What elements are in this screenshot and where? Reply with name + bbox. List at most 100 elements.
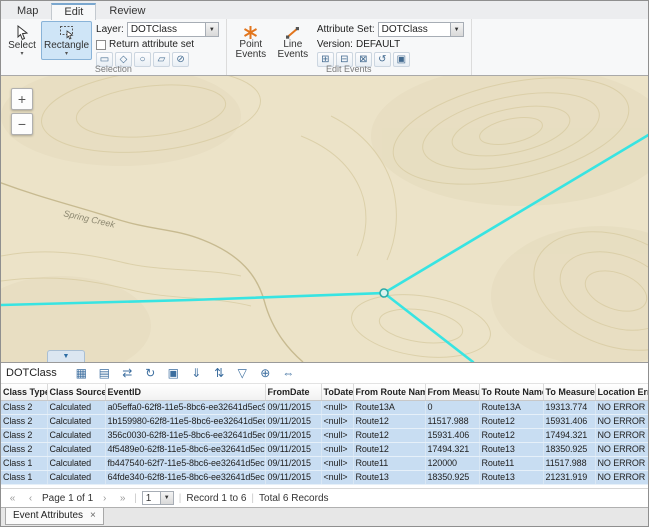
rectangle-select-icon bbox=[58, 24, 76, 40]
column-header[interactable]: To Route Name bbox=[479, 384, 543, 401]
page-select[interactable]: 1 ▼ bbox=[142, 491, 174, 505]
first-page-button[interactable]: « bbox=[6, 492, 19, 505]
column-header[interactable]: Class Source bbox=[47, 384, 105, 401]
attribute-set-value: DOTClass bbox=[379, 24, 450, 35]
table-cell: Calculated bbox=[47, 471, 105, 485]
table-cell: 15931.406 bbox=[543, 415, 595, 429]
page-select-value: 1 bbox=[143, 493, 160, 504]
table-cell: 4f5489e0-62f8-11e5-8bc6-ee32641d5ec9 bbox=[105, 443, 265, 457]
layer-dropdown[interactable]: DOTClass ▼ bbox=[127, 22, 219, 37]
table-cell: 09/11/2015 bbox=[265, 401, 321, 415]
tab-edit[interactable]: Edit bbox=[51, 3, 96, 20]
table-row[interactable]: Class 1Calculatedfb447540-62f7-11e5-8bc6… bbox=[1, 457, 649, 471]
edit-events-group-label: Edit Events bbox=[227, 64, 471, 74]
tab-map[interactable]: Map bbox=[4, 2, 51, 19]
column-header[interactable]: Class Type bbox=[1, 384, 47, 401]
form-view-icon[interactable]: ▤ bbox=[95, 364, 114, 382]
attribute-set-label: Attribute Set: bbox=[317, 24, 375, 35]
column-header[interactable]: FromDate bbox=[265, 384, 321, 401]
column-header[interactable]: From Route Name bbox=[353, 384, 425, 401]
caret-down-icon: ▼ bbox=[205, 23, 218, 36]
selection-group: Select ▾ Rectangle ▾ Layer: DOTClass bbox=[1, 19, 227, 75]
table-cell: Route13A bbox=[353, 401, 425, 415]
table-cell: Route12 bbox=[353, 429, 425, 443]
table-cell: <null> bbox=[321, 443, 353, 457]
table-cell: Route13 bbox=[353, 471, 425, 485]
rectangle-button-label: Rectangle bbox=[44, 40, 89, 51]
table-cell: a05effa0-62f8-11e5-8bc6-ee32641d5ec9 bbox=[105, 401, 265, 415]
tab-event-attributes[interactable]: Event Attributes × bbox=[5, 508, 104, 525]
separator: | bbox=[179, 493, 182, 504]
table-cell: Route11 bbox=[353, 457, 425, 471]
zoom-to-selection-icon[interactable]: ⊕ bbox=[256, 364, 275, 382]
last-page-button[interactable]: » bbox=[116, 492, 129, 505]
next-page-button[interactable]: › bbox=[98, 492, 111, 505]
table-cell: NO ERROR bbox=[595, 471, 649, 485]
attribute-set-dropdown[interactable]: DOTClass ▼ bbox=[378, 22, 464, 37]
zoom-control: + − bbox=[11, 88, 33, 135]
column-header[interactable]: EventID bbox=[105, 384, 265, 401]
ribbon: Select ▾ Rectangle ▾ Layer: DOTClass bbox=[1, 19, 648, 76]
line-events-label: Line Events bbox=[276, 40, 310, 60]
point-events-button[interactable]: Point Events bbox=[231, 21, 271, 62]
select-button-label: Select bbox=[8, 40, 36, 51]
switch-selection-icon[interactable]: ⇄ bbox=[118, 364, 137, 382]
table-cell: Route12 bbox=[479, 429, 543, 443]
event-editor-window: MapEditReview Select ▾ Rectangle ▾ bbox=[0, 0, 649, 527]
table-cell: 09/11/2015 bbox=[265, 471, 321, 485]
table-view-icon[interactable]: ▦ bbox=[72, 364, 91, 382]
save-icon[interactable]: ▣ bbox=[164, 364, 183, 382]
prev-page-button[interactable]: ‹ bbox=[24, 492, 37, 505]
table-cell: NO ERROR bbox=[595, 415, 649, 429]
filter-icon[interactable]: ▽ bbox=[233, 364, 252, 382]
table-cell: <null> bbox=[321, 415, 353, 429]
panel-toolbar-icons: ▦▤⇄↻▣⇓⇅▽⊕⇔ bbox=[72, 364, 298, 382]
bottom-tab-bar: Event Attributes × bbox=[1, 507, 648, 526]
table-cell: Class 2 bbox=[1, 415, 47, 429]
table-cell: 17494.321 bbox=[425, 443, 479, 457]
table-cell: 64fde340-62f8-11e5-8bc6-ee32641d5ec9 bbox=[105, 471, 265, 485]
zoom-in-button[interactable]: + bbox=[11, 88, 33, 110]
line-events-icon bbox=[284, 24, 302, 40]
caret-down-icon: ▼ bbox=[160, 492, 173, 504]
selected-vertex[interactable] bbox=[380, 289, 388, 297]
line-events-button[interactable]: Line Events bbox=[273, 21, 313, 62]
table-row[interactable]: Class 2Calculateda05effa0-62f8-11e5-8bc6… bbox=[1, 401, 649, 415]
refresh-icon[interactable]: ↻ bbox=[141, 364, 160, 382]
table-row[interactable]: Class 2Calculated4f5489e0-62f8-11e5-8bc6… bbox=[1, 443, 649, 457]
close-tab-icon[interactable]: × bbox=[90, 511, 96, 521]
version-label: Version: bbox=[317, 39, 353, 50]
export-icon[interactable]: ⇓ bbox=[187, 364, 206, 382]
fit-columns-icon[interactable]: ⇔ bbox=[279, 364, 298, 382]
table-cell: Route13A bbox=[479, 401, 543, 415]
table-row[interactable]: Class 2Calculated356c0030-62f8-11e5-8bc6… bbox=[1, 429, 649, 443]
page-indicator: Page 1 of 1 bbox=[42, 493, 93, 504]
column-header[interactable]: To Measure bbox=[543, 384, 595, 401]
separator: | bbox=[134, 493, 137, 504]
sort-icon[interactable]: ⇅ bbox=[210, 364, 229, 382]
map-view[interactable]: Spring Creek + − ▼ bbox=[1, 76, 648, 363]
panel-title: DOTClass bbox=[6, 367, 57, 379]
rectangle-select-button[interactable]: Rectangle ▾ bbox=[41, 21, 92, 60]
map-canvas[interactable]: Spring Creek bbox=[1, 76, 648, 362]
select-button[interactable]: Select ▾ bbox=[5, 21, 39, 60]
zoom-out-button[interactable]: − bbox=[11, 113, 33, 135]
table-cell: Calculated bbox=[47, 415, 105, 429]
table-cell: <null> bbox=[321, 401, 353, 415]
table-cell: 0 bbox=[425, 401, 479, 415]
collapse-panel-button[interactable]: ▼ bbox=[47, 350, 85, 362]
table-row[interactable]: Class 1Calculated64fde340-62f8-11e5-8bc6… bbox=[1, 471, 649, 485]
column-header[interactable]: ToDate bbox=[321, 384, 353, 401]
return-attribute-set-checkbox[interactable] bbox=[96, 40, 106, 50]
table-cell: 09/11/2015 bbox=[265, 429, 321, 443]
total-records: Total 6 Records bbox=[259, 493, 328, 504]
dropdown-caret-icon: ▾ bbox=[65, 51, 68, 58]
column-header[interactable]: From Measure bbox=[425, 384, 479, 401]
tab-review[interactable]: Review bbox=[96, 2, 158, 19]
select-cursor-icon bbox=[13, 24, 31, 40]
column-header[interactable]: Location Error bbox=[595, 384, 649, 401]
ribbon-spacer bbox=[472, 19, 648, 75]
table-cell: 19313.774 bbox=[543, 401, 595, 415]
table-row[interactable]: Class 2Calculated1b159980-62f8-11e5-8bc6… bbox=[1, 415, 649, 429]
panel-toolbar: DOTClass ▦▤⇄↻▣⇓⇅▽⊕⇔ bbox=[1, 363, 648, 384]
